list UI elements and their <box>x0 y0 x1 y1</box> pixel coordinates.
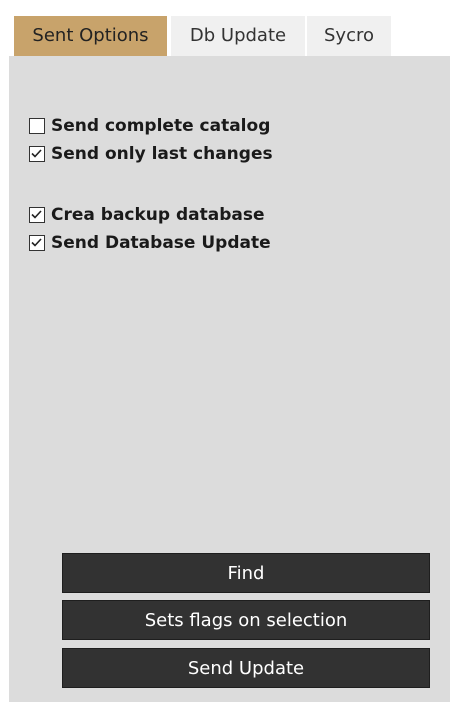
option-send-complete-catalog[interactable]: Send complete catalog <box>29 114 270 138</box>
option-send-only-last-changes[interactable]: Send only last changes <box>29 142 273 166</box>
tab-sent-options[interactable]: Sent Options <box>14 16 167 56</box>
send-update-button[interactable]: Send Update <box>62 648 430 688</box>
option-label: Send complete catalog <box>51 116 271 136</box>
sent-options-panel: Send complete catalog Send only last cha… <box>9 56 450 702</box>
tab-bar: Sent Options Db Update Sycro <box>9 10 450 56</box>
option-label: Send Database Update <box>51 233 271 253</box>
option-crea-backup-database[interactable]: Crea backup database <box>29 203 265 227</box>
sets-flags-button[interactable]: Sets flags on selection <box>62 600 430 640</box>
checkbox-crea-backup-database[interactable] <box>29 207 45 223</box>
find-button[interactable]: Find <box>62 553 430 593</box>
checkbox-send-database-update[interactable] <box>29 235 45 251</box>
tab-db-update[interactable]: Db Update <box>171 16 305 56</box>
checkmark-icon <box>31 210 42 219</box>
checkmark-icon <box>31 238 42 247</box>
option-label: Send only last changes <box>51 144 273 164</box>
checkmark-icon <box>31 149 42 158</box>
tab-sycro[interactable]: Sycro <box>307 16 391 56</box>
options-window: Sent Options Db Update Sycro Send comple… <box>9 10 450 702</box>
checkbox-send-only-last-changes[interactable] <box>29 146 45 162</box>
option-label: Crea backup database <box>51 205 265 225</box>
option-send-database-update[interactable]: Send Database Update <box>29 231 271 255</box>
checkbox-send-complete-catalog[interactable] <box>29 118 45 134</box>
